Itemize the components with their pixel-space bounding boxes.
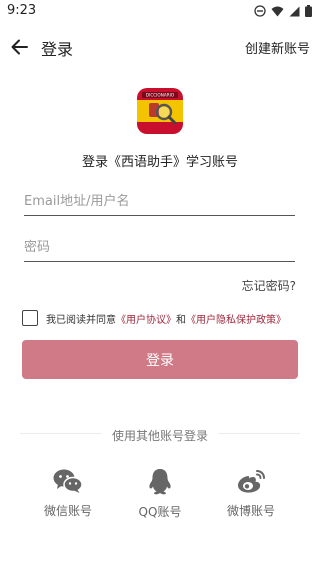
user-agreement-link[interactable]: 《用户协议》 — [116, 315, 176, 326]
back-button[interactable] — [9, 36, 31, 58]
weibo-login-label: 微博账号 — [226, 504, 275, 518]
forgot-password-link[interactable]: 忘记密码? — [242, 277, 296, 294]
status-icons — [254, 5, 312, 17]
signal-icon — [289, 6, 300, 17]
password-field-container — [24, 234, 295, 262]
qq-icon — [125, 468, 195, 495]
wechat-icon — [33, 468, 103, 494]
page-title: 登录 — [41, 40, 74, 59]
other-login-label-container: 使用其他账号登录 — [0, 425, 320, 444]
login-subtitle: 登录《西语助手》学习账号 — [81, 155, 238, 170]
svg-text:DICCIONARIO: DICCIONARIO — [146, 93, 175, 98]
password-field[interactable] — [24, 234, 295, 260]
agreement-text: 我已阅读并同意《用户协议》和《用户隐私保护政策》 — [46, 311, 286, 326]
create-account-button[interactable]: 创建新账号 — [245, 38, 310, 57]
arrow-left-icon — [9, 39, 31, 62]
privacy-policy-link[interactable]: 《用户隐私保护政策》 — [186, 315, 286, 326]
status-time: 9:23 — [7, 3, 37, 18]
weibo-login-button[interactable]: 微博账号 — [216, 468, 286, 519]
qq-login-button[interactable]: QQ账号 — [125, 468, 195, 520]
other-login-label: 使用其他账号登录 — [101, 429, 218, 443]
wifi-icon — [271, 6, 284, 17]
battery-icon — [305, 5, 312, 17]
email-field[interactable] — [24, 188, 295, 214]
agreement-prefix: 我已阅读并同意 — [46, 314, 116, 326]
agreement-checkbox[interactable] — [22, 310, 38, 326]
weibo-icon — [216, 468, 286, 494]
wechat-login-label: 微信账号 — [43, 504, 92, 518]
wechat-login-button[interactable]: 微信账号 — [33, 468, 103, 519]
app-bar: 登录 创建新账号 — [0, 24, 320, 68]
qq-login-label: QQ账号 — [138, 505, 182, 519]
app-logo: DICCIONARIO — [137, 88, 183, 134]
login-button[interactable]: 登录 — [22, 340, 298, 379]
status-bar: 9:23 — [0, 0, 320, 24]
agreement-row: 我已阅读并同意《用户协议》和《用户隐私保护政策》 — [22, 308, 312, 328]
do-not-disturb-icon — [254, 5, 266, 17]
email-field-container — [24, 188, 295, 216]
agreement-and: 和 — [176, 314, 186, 326]
